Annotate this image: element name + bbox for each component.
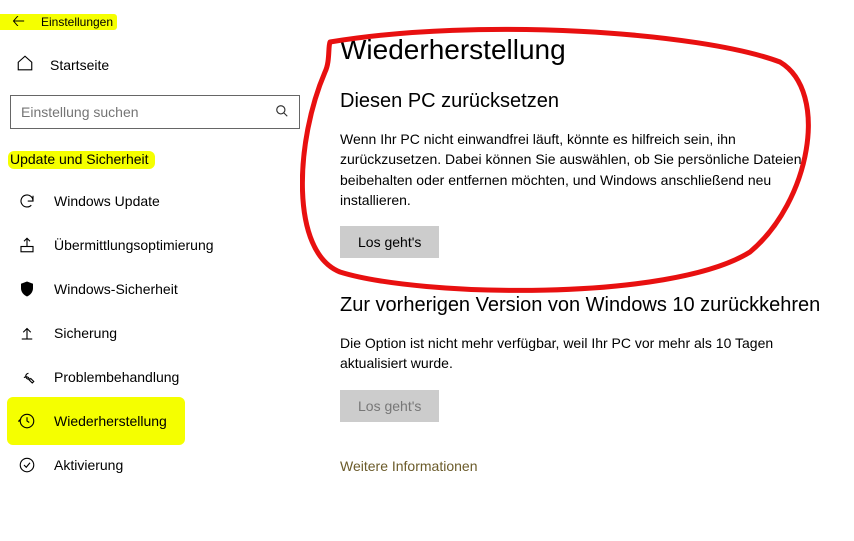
reset-body: Wenn Ihr PC nicht einwandfrei läuft, kön… <box>340 129 810 210</box>
category-label: Update und Sicherheit <box>10 147 300 179</box>
nav-label: Windows Update <box>54 193 160 209</box>
reset-button[interactable]: Los geht's <box>340 226 439 258</box>
section-go-back: Zur vorherigen Version von Windows 10 zu… <box>340 294 824 422</box>
home-link[interactable]: Startseite <box>10 44 300 85</box>
nav-item-backup[interactable]: Sicherung <box>10 311 300 355</box>
nav-label: Wiederherstellung <box>54 413 167 429</box>
sidebar: 🡠 Einstellungen Startseite Update und Si… <box>0 0 310 541</box>
nav-item-delivery-optimization[interactable]: Übermittlungsoptimierung <box>10 223 300 267</box>
backup-icon <box>18 324 36 342</box>
delivery-icon <box>18 236 36 254</box>
nav-item-recovery[interactable]: Wiederherstellung <box>10 399 300 443</box>
nav-item-troubleshoot[interactable]: Problembehandlung <box>10 355 300 399</box>
goback-body: Die Option ist nicht mehr verfügbar, wei… <box>340 333 810 374</box>
shield-icon <box>18 280 36 298</box>
back-icon[interactable]: 🡠 <box>12 14 25 30</box>
nav-item-activation[interactable]: Aktivierung <box>10 443 300 487</box>
search-icon <box>275 104 289 121</box>
home-label: Startseite <box>50 57 109 73</box>
home-icon <box>16 54 34 75</box>
wrench-icon <box>18 368 36 386</box>
reset-heading: Diesen PC zurücksetzen <box>340 90 824 113</box>
nav-label: Problembehandlung <box>54 369 179 385</box>
search-input[interactable] <box>21 104 275 120</box>
nav-item-windows-update[interactable]: Windows Update <box>10 179 300 223</box>
nav-label: Sicherung <box>54 325 117 341</box>
header-row: 🡠 Einstellungen <box>10 10 300 44</box>
recovery-icon <box>18 412 36 430</box>
sync-icon <box>18 192 36 210</box>
more-info-link[interactable]: Weitere Informationen <box>340 458 477 474</box>
nav-label: Übermittlungsoptimierung <box>54 237 214 253</box>
goback-button: Los geht's <box>340 390 439 422</box>
page-title: Wiederherstellung <box>340 34 824 66</box>
section-reset-pc: Diesen PC zurücksetzen Wenn Ihr PC nicht… <box>340 90 824 258</box>
nav-item-windows-security[interactable]: Windows-Sicherheit <box>10 267 300 311</box>
header-title: Einstellungen <box>41 15 113 29</box>
search-box[interactable] <box>10 95 300 129</box>
check-icon <box>18 456 36 474</box>
goback-heading: Zur vorherigen Version von Windows 10 zu… <box>340 294 824 317</box>
nav-label: Windows-Sicherheit <box>54 281 178 297</box>
nav-label: Aktivierung <box>54 457 123 473</box>
nav-list: Windows Update Übermittlungsoptimierung … <box>10 179 300 487</box>
content-area: Wiederherstellung Diesen PC zurücksetzen… <box>310 0 854 541</box>
